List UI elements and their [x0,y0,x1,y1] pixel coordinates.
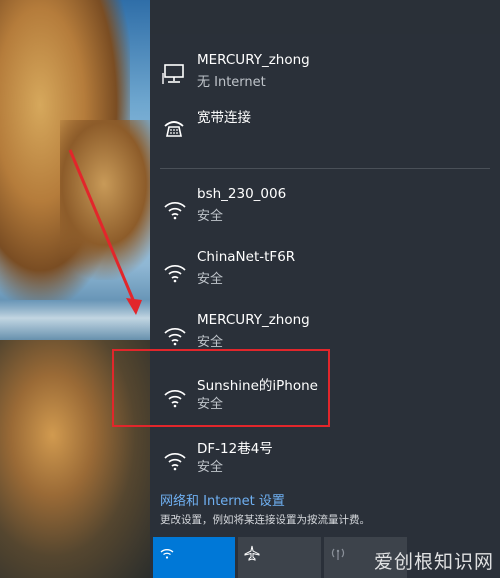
network-status: 无 Internet [197,75,266,90]
wifi-item-chinanet[interactable]: ChinaNet-tF6R 安全 [150,241,500,301]
network-name: bsh_230_006 [197,186,287,202]
network-name: ChinaNet-tF6R [197,249,296,265]
watermark-text: 爱创根知识网 [373,551,494,573]
network-name: MERCURY_zhong [197,312,310,328]
wallpaper-rock [60,120,150,280]
network-name: MERCURY_zhong [197,52,310,68]
wifi-icon [162,322,188,348]
wifi-item-bsh[interactable]: bsh_230_006 安全 [150,178,500,238]
divider [160,168,490,169]
desktop-wallpaper [0,0,150,578]
wifi-item-df12[interactable]: DF-12巷4号 安全 [150,429,500,489]
network-flyout: MERCURY_zhong 无 Internet 宽带连接 bsh_230_00… [150,34,500,578]
network-item-wired[interactable]: MERCURY_zhong 无 Internet [150,44,500,104]
network-name: 宽带连接 [197,110,251,126]
hotspot-icon [331,548,345,560]
airplane-icon [244,545,260,561]
wifi-icon [162,447,188,473]
network-item-broadband[interactable]: 宽带连接 [150,98,500,158]
annotation-highlight-box [112,349,330,427]
network-settings-description: 更改设置，例如将某连接设置为按流量计费。 [160,514,370,526]
airplane-mode-tile[interactable] [238,537,321,578]
dialup-icon [162,116,188,142]
network-settings-link[interactable]: 网络和 Internet 设置 [160,490,285,509]
wifi-icon [162,259,188,285]
network-name: DF-12巷4号 [197,441,273,457]
ethernet-icon [162,62,188,88]
wallpaper-wave [0,300,150,340]
wifi-small-icon [160,549,174,559]
wifi-icon [162,196,188,222]
network-security: 安全 [197,209,224,224]
wifi-toggle-tile[interactable] [153,537,235,578]
network-security: 安全 [197,460,224,475]
network-security: 安全 [197,272,224,287]
network-security: 安全 [197,335,224,350]
